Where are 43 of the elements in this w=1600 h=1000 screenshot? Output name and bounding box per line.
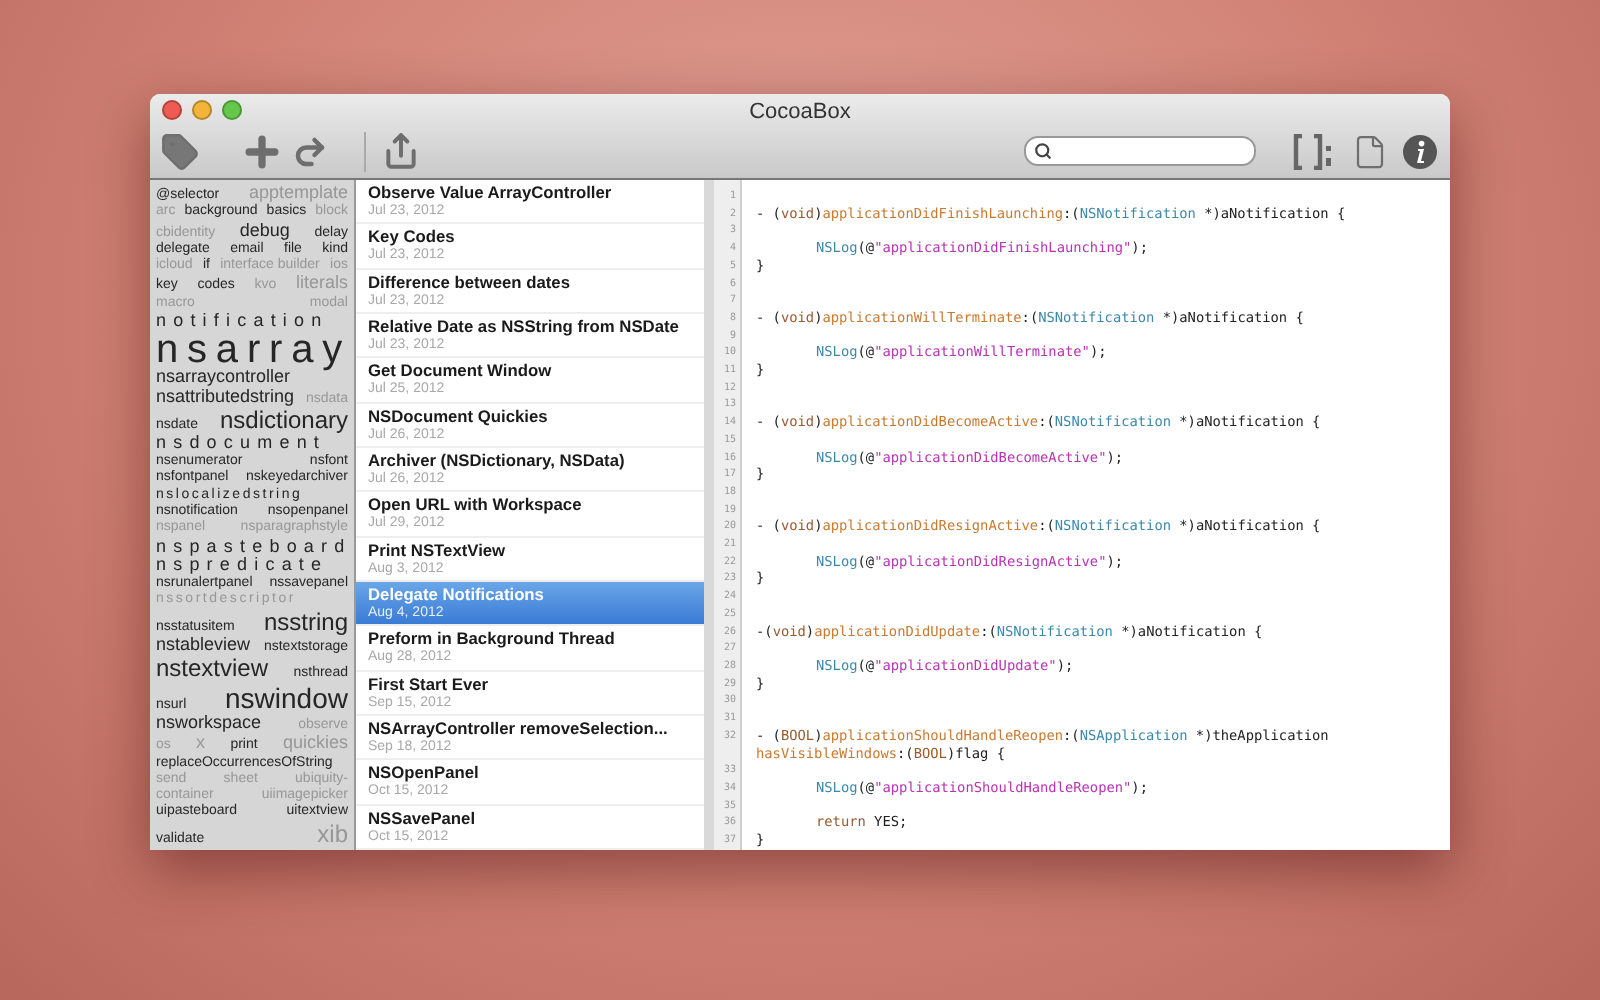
tag-link[interactable]: nsarray — [156, 331, 351, 368]
snippet-title: Difference between dates — [368, 271, 572, 293]
tag-link[interactable]: nswindow — [225, 683, 348, 713]
tag-link[interactable]: notification — [156, 312, 329, 332]
tag-link[interactable]: nsdocument — [156, 434, 327, 455]
tag-link[interactable]: nsattributedstring — [156, 387, 295, 407]
minimize-button[interactable] — [192, 100, 212, 120]
snippet-title: NSSavePanel — [368, 807, 478, 830]
share-button[interactable] — [382, 132, 420, 170]
tag-button[interactable] — [160, 131, 200, 171]
tag-link[interactable]: nsdictionary — [219, 407, 348, 432]
close-button[interactable] — [162, 100, 182, 120]
snippet-title: Open URL with Workspace — [368, 494, 584, 515]
code-view-button[interactable] — [1292, 133, 1336, 169]
tag-link[interactable]: debug — [239, 221, 290, 241]
tag-link[interactable]: nspredicate — [156, 556, 329, 577]
snippet-title: NSOpenPanel — [368, 762, 481, 785]
redo-button[interactable] — [292, 133, 328, 169]
zoom-button[interactable] — [222, 100, 242, 120]
snippet-title: Observe Value ArrayController — [368, 182, 614, 203]
snippet-title: First Start Ever — [368, 673, 491, 696]
snippet-title: Delegate Notifications — [368, 584, 546, 606]
info-button[interactable] — [1402, 133, 1438, 169]
search-field[interactable] — [1024, 136, 1256, 166]
tag-link[interactable]: nspasteboard — [156, 537, 352, 557]
tag-link[interactable]: nsstring — [263, 609, 348, 634]
tag-link[interactable]: nstableview — [156, 636, 251, 656]
snippet-title: Key Codes — [368, 226, 457, 247]
snippet-title: Print NSTextView — [368, 539, 508, 562]
window-title: CocoaBox — [749, 99, 851, 123]
tag-link[interactable]: nsarraycontroller — [156, 367, 291, 388]
snippet-title: Get Document Window — [368, 360, 554, 381]
snippet-title: Preform in Background Thread — [368, 628, 617, 650]
snippet-title: NSDocument Quickies — [368, 405, 550, 427]
info-icon — [1402, 133, 1438, 169]
brackets-icon — [1292, 133, 1336, 169]
snippet-title: Relative Date as NSString from NSDate — [368, 316, 681, 337]
tag-link[interactable]: nstextview — [156, 656, 269, 681]
snippet-title: NSArrayController removeSelection... — [368, 718, 670, 740]
search-icon — [1034, 142, 1052, 160]
snippet-title: Archiver (NSDictionary, NSData) — [368, 450, 627, 471]
tag-link[interactable]: nsworkspace — [156, 713, 262, 734]
file-button[interactable] — [1352, 133, 1388, 169]
